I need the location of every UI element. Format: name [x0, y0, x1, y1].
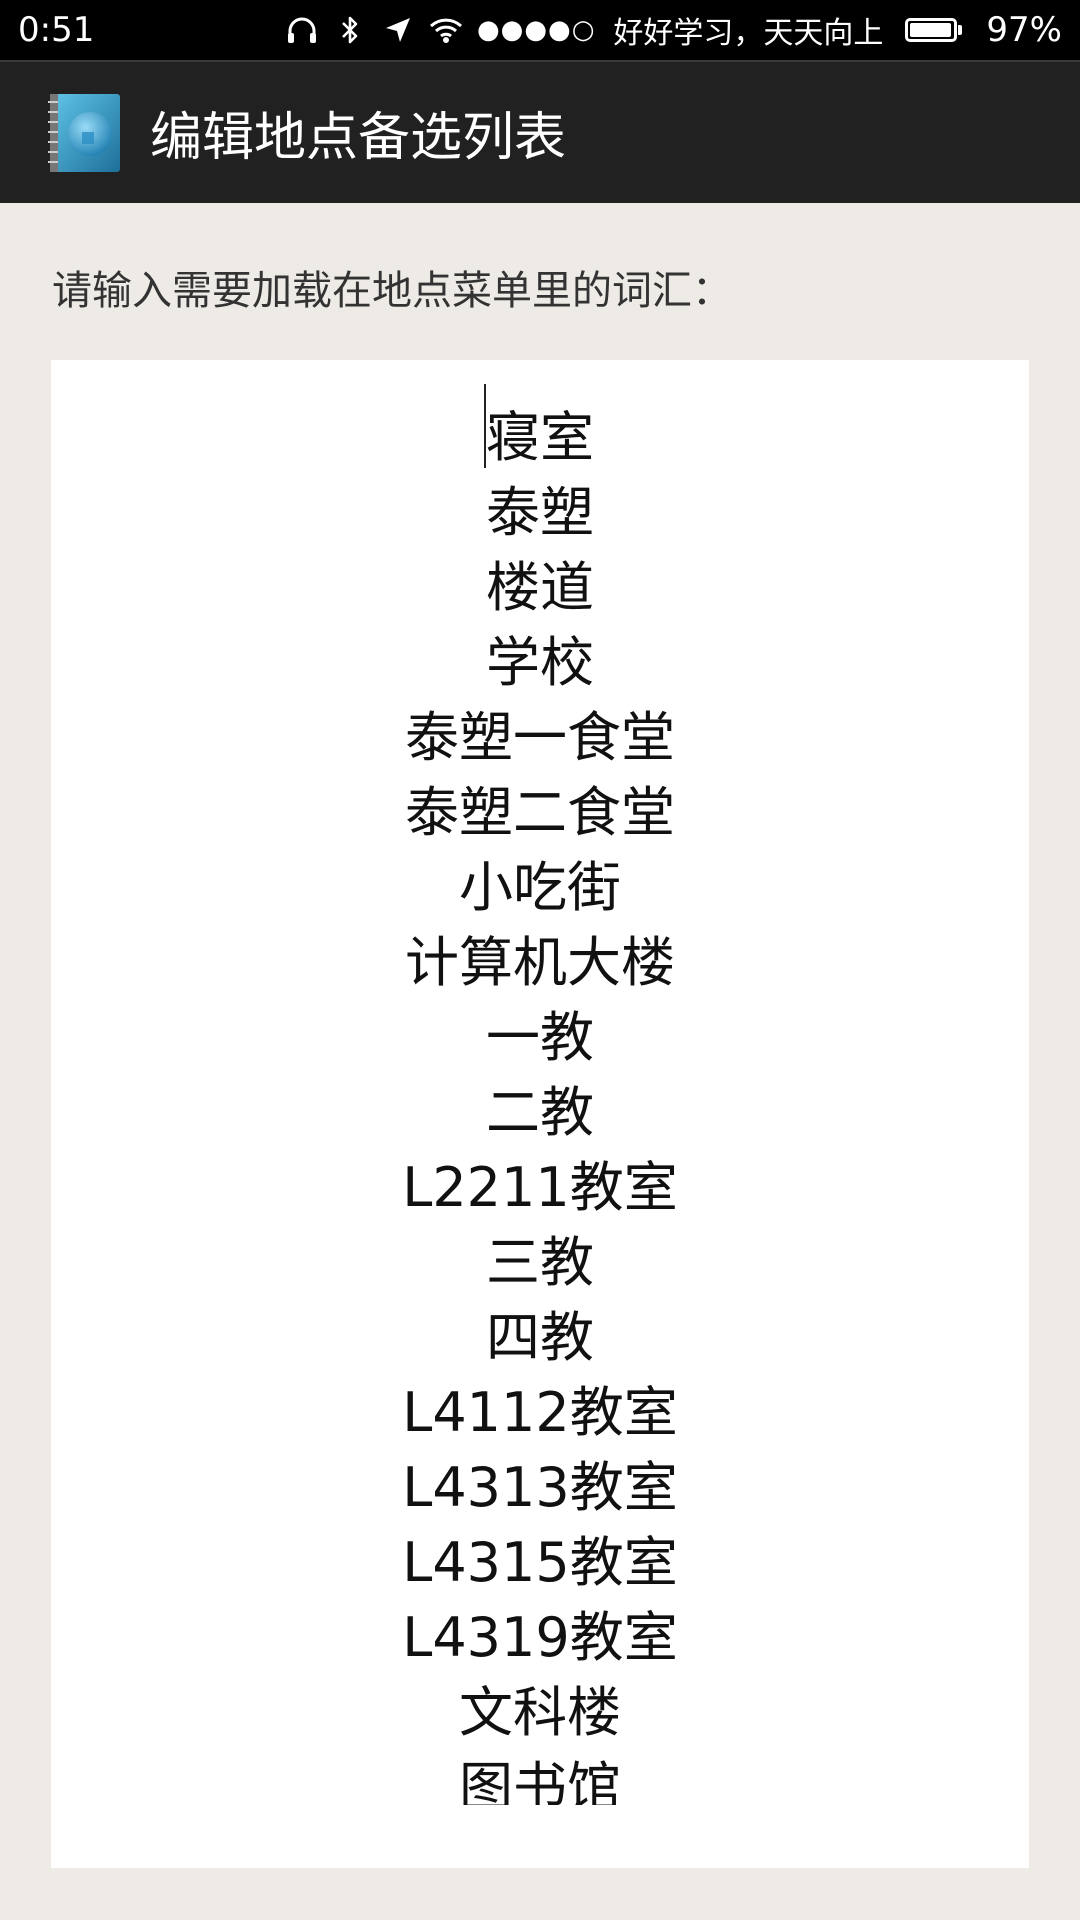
location-entry[interactable]: L4315教室 — [51, 1525, 1029, 1600]
location-list-textarea[interactable]: 寝室 泰塑 楼道 学校 泰塑一食堂 泰塑二食堂 小吃街 计算机大楼 一教 二教 L2211教室 三教四… — [51, 360, 1029, 1868]
input-prompt-label: 请输入需要加载在地点菜单里的词汇： — [52, 268, 732, 314]
location-entry[interactable]: 四教 — [51, 1300, 1029, 1375]
location-entry[interactable]: 二教 — [51, 1075, 1029, 1150]
location-entry[interactable]: 三教 — [51, 1225, 1029, 1300]
location-entry[interactable]: 泰塑一食堂 — [51, 700, 1029, 775]
location-entry[interactable]: L4313教室 — [51, 1450, 1029, 1525]
carrier-name: 好好学习，天天向上 — [613, 16, 884, 51]
status-bar: 0:51 ●●●●○ 好好学习，天天向上 97% — [0, 0, 1080, 60]
wifi-icon — [429, 13, 463, 47]
battery-percent: 97% — [986, 10, 1062, 50]
location-entry[interactable]: 小吃街 — [51, 850, 1029, 925]
location-entry[interactable]: 学校 — [51, 625, 1029, 700]
bluetooth-icon — [333, 13, 367, 47]
status-time: 0:51 — [18, 10, 95, 50]
headphones-icon — [285, 13, 319, 47]
location-entry[interactable]: L4112教室 — [51, 1375, 1029, 1450]
location-entry[interactable]: 楼道 — [51, 550, 1029, 625]
location-entry[interactable]: L2211教室 — [51, 1150, 1029, 1225]
location-entry[interactable]: 图书馆 — [51, 1750, 1029, 1805]
notebook-globe-icon — [48, 92, 122, 174]
location-entry[interactable]: L4319教室 — [51, 1600, 1029, 1675]
battery-icon — [905, 18, 963, 42]
location-entry[interactable]: 一教 — [51, 1000, 1029, 1075]
textarea-content[interactable]: 寝室 泰塑 楼道 学校 泰塑一食堂 泰塑二食堂 小吃街 计算机大楼 一教 二教 L2211教室 三教四… — [51, 400, 1029, 1805]
battery-level — [910, 23, 952, 37]
location-entry[interactable]: 寝室 — [51, 400, 1029, 475]
signal-strength: ●●●●○ — [476, 15, 596, 45]
text-cursor — [484, 384, 486, 468]
action-bar: 编辑地点备选列表 — [0, 60, 1080, 203]
location-entry[interactable]: 计算机大楼 — [51, 925, 1029, 1000]
location-entry[interactable]: 文科楼 — [51, 1675, 1029, 1750]
location-entry[interactable]: 泰塑 — [51, 475, 1029, 550]
location-arrow-icon — [381, 13, 415, 47]
status-icons: ●●●●○ 好好学习，天天向上 97% — [285, 8, 1062, 52]
page-title: 编辑地点备选列表 — [150, 108, 567, 168]
location-entry[interactable]: 泰塑二食堂 — [51, 775, 1029, 850]
